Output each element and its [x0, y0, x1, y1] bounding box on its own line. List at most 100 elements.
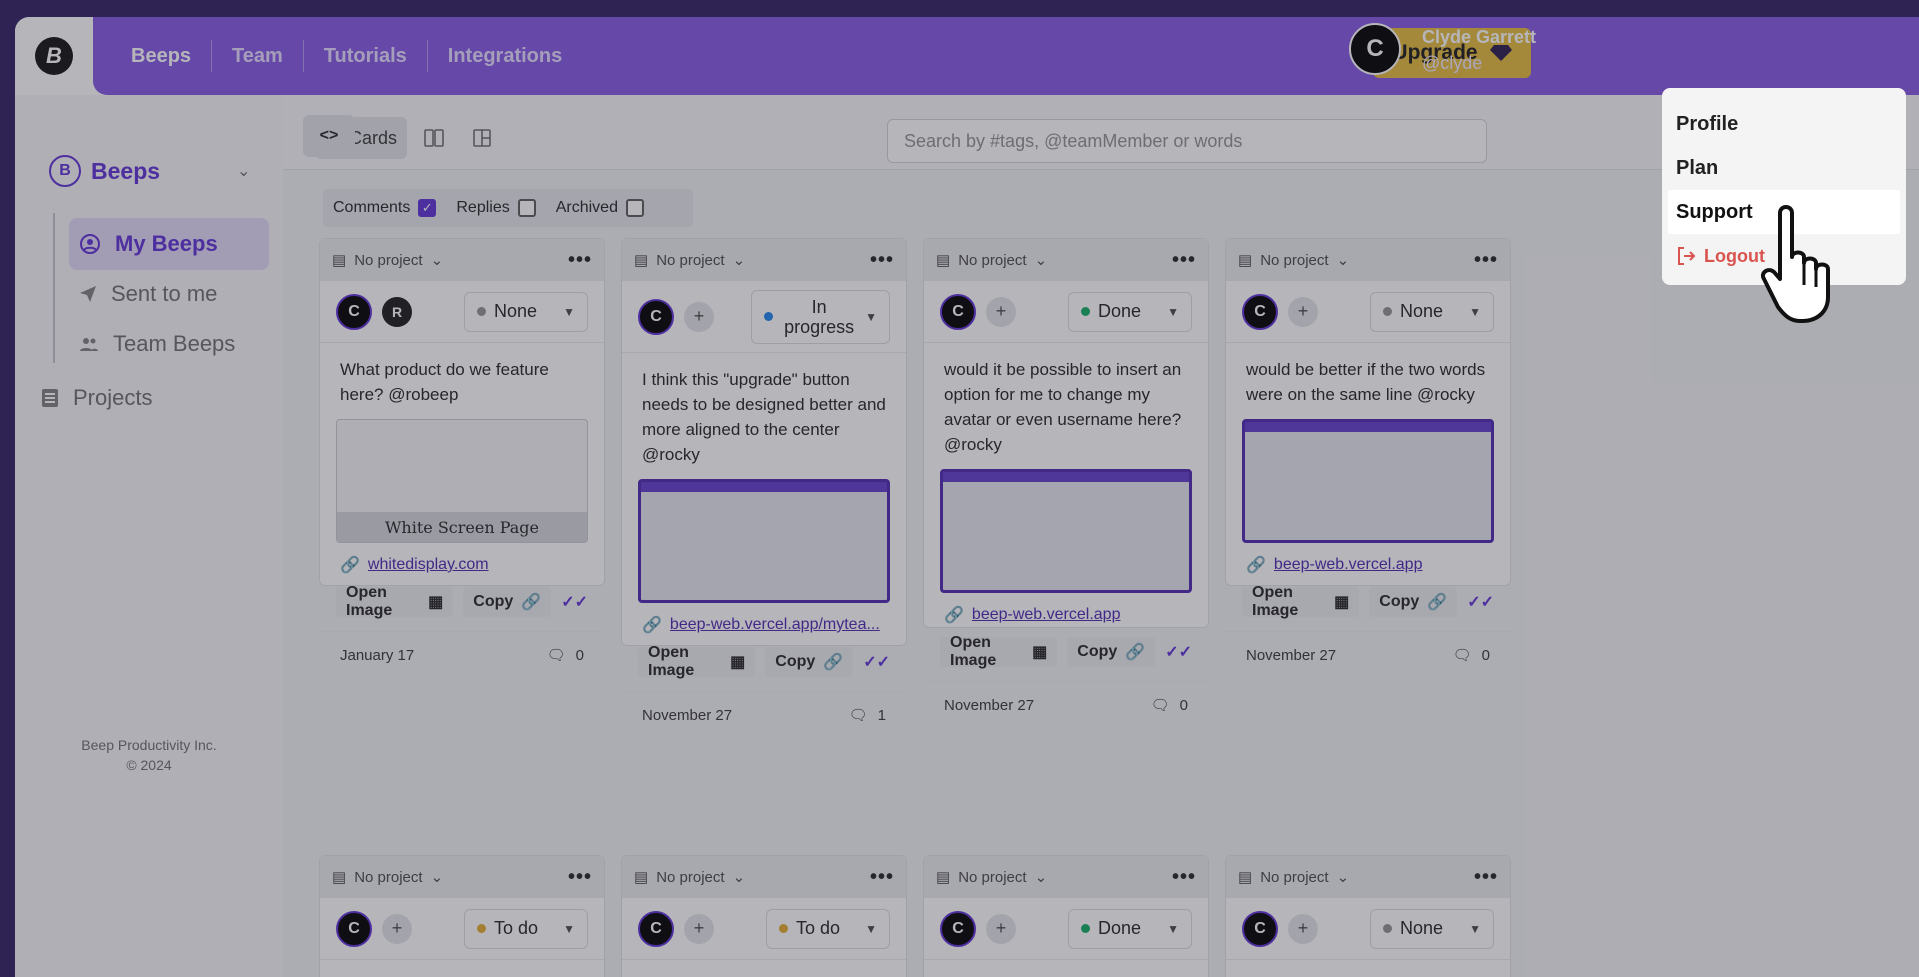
search-input[interactable]: Search by #tags, @teamMember or words [887, 119, 1487, 163]
beep-card[interactable]: ▤ No project ⌄ ••• C + Done ▼ [923, 855, 1209, 977]
beep-card[interactable]: ▤ No project ⌄ ••• C + In progress ▼ I t… [621, 238, 907, 724]
status-dropdown[interactable]: To do ▼ [766, 908, 890, 949]
comments-count[interactable]: 🗨 0 [1151, 696, 1188, 715]
add-assignee-icon[interactable]: + [986, 296, 1016, 327]
screenshot-thumbnail[interactable] [638, 479, 890, 603]
more-options-icon[interactable]: ••• [1172, 249, 1196, 272]
open-image-button[interactable]: Open Image ▦ [336, 584, 454, 619]
beep-card[interactable]: ▤ No project ⌄ ••• C + None ▼ [1225, 855, 1511, 977]
author-avatar[interactable]: C [336, 293, 372, 330]
filter-archived[interactable]: Archived [556, 199, 644, 217]
more-options-icon[interactable]: ••• [568, 866, 592, 889]
screenshot-thumbnail[interactable] [1242, 419, 1494, 543]
author-avatar[interactable]: C [1242, 293, 1278, 330]
page-link[interactable]: whitedisplay.com [368, 556, 489, 574]
author-avatar[interactable]: C [940, 293, 976, 330]
filter-replies[interactable]: Replies [456, 199, 536, 217]
add-assignee-icon[interactable]: + [684, 913, 714, 944]
author-avatar[interactable]: C [336, 910, 372, 947]
copy-button[interactable]: Copy 🔗 [765, 647, 854, 677]
open-image-button[interactable]: Open Image ▦ [1242, 584, 1360, 619]
checkbox-icon[interactable] [517, 199, 536, 217]
sidebar-item-my-beeps[interactable]: My Beeps [69, 218, 269, 270]
comments-count[interactable]: 🗨 0 [1453, 646, 1490, 665]
add-assignee-icon[interactable]: + [986, 913, 1016, 944]
project-selector[interactable]: No project [1260, 869, 1328, 886]
status-dropdown[interactable]: Done ▼ [1068, 908, 1192, 949]
project-selector[interactable]: No project [354, 252, 422, 269]
chevron-down-icon[interactable]: ⌄ [1337, 868, 1350, 886]
workspace-selector[interactable]: B Beeps [49, 155, 160, 187]
add-assignee-icon[interactable]: + [1288, 296, 1318, 327]
menu-item-plan[interactable]: Plan [1662, 146, 1906, 190]
project-selector[interactable]: No project [656, 869, 724, 886]
add-assignee-icon[interactable]: + [382, 913, 412, 944]
beep-card[interactable]: ▤ No project ⌄ ••• C + None ▼ would be b… [1225, 238, 1511, 664]
beep-card[interactable]: ▤ No project ⌄ ••• C + Done ▼ would it b… [923, 238, 1209, 714]
sidebar-collapse-button[interactable]: <> [303, 115, 355, 157]
status-dropdown[interactable]: None ▼ [1370, 291, 1494, 332]
author-avatar[interactable]: C [638, 910, 674, 947]
beep-card[interactable]: ▤ No project ⌄ ••• C R None ▼ What produ… [319, 238, 605, 664]
project-selector[interactable]: No project [1260, 252, 1328, 269]
filter-comments[interactable]: Comments ✓ [333, 199, 437, 217]
screenshot-thumbnail[interactable] [940, 469, 1192, 593]
more-options-icon[interactable]: ••• [1172, 866, 1196, 889]
chevron-down-icon[interactable]: ⌄ [431, 868, 444, 886]
chevron-down-icon[interactable]: ⌄ [431, 251, 444, 269]
nav-tab-tutorials[interactable]: Tutorials [302, 40, 427, 72]
copy-button[interactable]: Copy 🔗 [463, 587, 552, 617]
beep-card[interactable]: ▤ No project ⌄ ••• C + To do ▼ [621, 855, 907, 977]
chevron-down-icon[interactable]: ⌄ [1035, 251, 1048, 269]
chevron-down-icon[interactable]: ⌄ [1337, 251, 1350, 269]
view-grid-button[interactable] [461, 117, 503, 159]
checkbox-icon[interactable] [625, 199, 644, 217]
open-image-button[interactable]: Open Image ▦ [638, 644, 756, 679]
status-dropdown[interactable]: In progress ▼ [751, 289, 890, 344]
add-assignee-icon[interactable]: + [1288, 913, 1318, 944]
logo-box[interactable]: B [15, 17, 93, 95]
chevron-down-icon[interactable]: ⌄ [733, 868, 746, 886]
author-avatar[interactable]: C [1242, 910, 1278, 947]
beep-card[interactable]: ▤ No project ⌄ ••• C + To do ▼ [319, 855, 605, 977]
copy-button[interactable]: Copy 🔗 [1369, 587, 1458, 617]
screenshot-thumbnail[interactable]: White Screen Page [336, 419, 588, 543]
sidebar-item-team-beeps[interactable]: Team Beeps [69, 318, 269, 370]
page-link[interactable]: beep-web.vercel.app/mytea... [670, 616, 880, 634]
page-link[interactable]: beep-web.vercel.app [1274, 556, 1423, 574]
more-options-icon[interactable]: ••• [1474, 866, 1498, 889]
chevron-down-icon[interactable]: ⌄ [733, 251, 746, 269]
user-avatar[interactable]: C [1349, 23, 1401, 75]
status-dropdown[interactable]: None ▼ [464, 291, 588, 332]
project-selector[interactable]: No project [958, 252, 1026, 269]
nav-tab-team[interactable]: Team [211, 40, 303, 72]
nav-tab-beeps[interactable]: Beeps [111, 40, 211, 72]
page-link[interactable]: beep-web.vercel.app [972, 606, 1121, 624]
view-columns-button[interactable] [413, 117, 455, 159]
checkbox-checked-icon[interactable]: ✓ [418, 199, 437, 217]
add-assignee-icon[interactable]: + [684, 301, 714, 332]
chevron-down-icon[interactable]: ⌄ [1035, 868, 1048, 886]
open-image-button[interactable]: Open Image ▦ [940, 634, 1058, 669]
comments-count[interactable]: 🗨 0 [547, 646, 584, 665]
menu-item-profile[interactable]: Profile [1662, 102, 1906, 146]
copy-button[interactable]: Copy 🔗 [1067, 637, 1156, 667]
author-avatar[interactable]: C [638, 298, 674, 335]
status-dropdown[interactable]: Done ▼ [1068, 291, 1192, 332]
sidebar-item-projects[interactable]: Projects [41, 385, 152, 411]
status-dropdown[interactable]: None ▼ [1370, 908, 1494, 949]
assignee-avatar[interactable]: R [382, 296, 412, 327]
project-selector[interactable]: No project [656, 252, 724, 269]
author-avatar[interactable]: C [940, 910, 976, 947]
status-dropdown[interactable]: To do ▼ [464, 908, 588, 949]
more-options-icon[interactable]: ••• [870, 249, 894, 272]
comments-count[interactable]: 🗨 1 [849, 706, 886, 725]
project-selector[interactable]: No project [958, 869, 1026, 886]
more-options-icon[interactable]: ••• [870, 866, 894, 889]
nav-tab-integrations[interactable]: Integrations [426, 40, 582, 72]
chevron-down-icon[interactable]: ⌄ [237, 161, 250, 181]
sidebar-item-sent-to-me[interactable]: Sent to me [69, 268, 269, 320]
project-selector[interactable]: No project [354, 869, 422, 886]
more-options-icon[interactable]: ••• [568, 249, 592, 272]
more-options-icon[interactable]: ••• [1474, 249, 1498, 272]
